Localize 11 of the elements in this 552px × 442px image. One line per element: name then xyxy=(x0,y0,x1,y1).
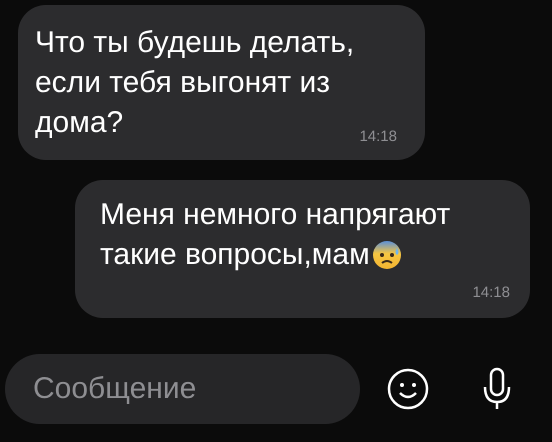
message-time: 14:18 xyxy=(359,126,397,146)
message-text-line: такие вопросы,мам xyxy=(100,237,370,273)
emoji-icon[interactable] xyxy=(387,368,429,410)
message-text-line: Меня немного напрягают xyxy=(100,197,450,233)
message-field[interactable]: Сообщение xyxy=(5,354,360,424)
microphone-icon[interactable] xyxy=(483,367,511,411)
message-text-line: если тебя выгонят из xyxy=(35,65,330,101)
anxious-face-icon xyxy=(372,240,402,270)
message-time: 14:18 xyxy=(472,282,510,302)
message-text-line: дома? xyxy=(35,105,124,141)
message-text-line: Что ты будешь делать, xyxy=(35,25,354,61)
